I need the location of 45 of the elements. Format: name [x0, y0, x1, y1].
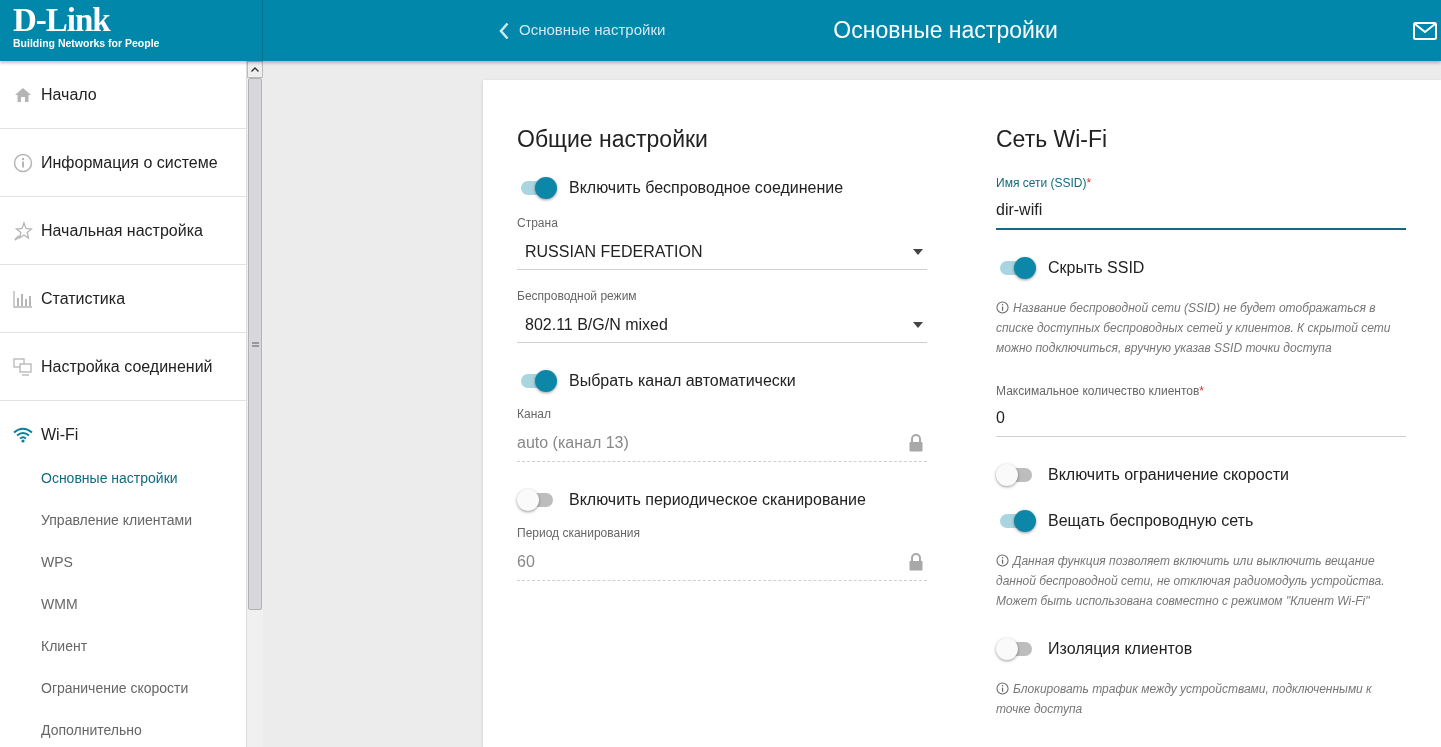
toggle-label: Вещать беспроводную сеть — [1048, 511, 1254, 531]
section-title: Общие настройки — [517, 125, 709, 154]
page-title: Основные настройки — [833, 16, 1058, 46]
text-field[interactable]: Максимальное количество клиентов* 0 — [996, 382, 1406, 437]
info-icon — [13, 152, 33, 173]
chevron-left-icon — [499, 21, 509, 40]
hint-text: Блокировать трафик между устройствами, подключенными к точке доступа — [996, 681, 1373, 718]
info-icon — [996, 554, 1009, 567]
section-title: Сеть Wi-Fi — [996, 125, 1109, 154]
lock-icon — [909, 553, 923, 571]
scrollbar-grip — [251, 341, 259, 347]
sidebar-subitem[interactable]: Ограничение скорости — [0, 667, 246, 709]
info-icon — [996, 682, 1009, 695]
sidebar-subitem[interactable]: Клиент — [0, 625, 246, 667]
bar-chart-icon — [13, 289, 33, 308]
toggle-label: Включить ограничение скорости — [1048, 465, 1289, 485]
star-icon — [13, 220, 33, 241]
sidebar-subitem[interactable]: Дополнительно — [0, 709, 246, 747]
mail-icon — [1413, 21, 1437, 40]
locked-field: Период сканирования 60 — [517, 524, 927, 581]
wifi-icon — [13, 427, 33, 443]
toggle-label: Скрыть SSID — [1048, 258, 1145, 278]
sidebar-subitem[interactable]: WMM — [0, 583, 246, 625]
home-icon — [14, 86, 32, 103]
required-mark: * — [1086, 176, 1092, 190]
select-field[interactable]: Страна RUSSIAN FEDERATION — [517, 212, 927, 270]
toggle-label: Включить беспроводное соединение — [569, 178, 844, 198]
hint-text: Название беспроводной сети (SSID) не будет отображаться в списке доступных беспроводных сетей у клиентов. К скрытой сети можно подключиться, вручную указав SSID точки доступа — [996, 300, 1392, 357]
arrow-up-icon — [251, 67, 259, 72]
toggle-label: Изоляция клиентов — [1048, 639, 1193, 659]
sidebar-subitem[interactable]: WPS — [0, 541, 246, 583]
dropdown-caret-icon — [913, 322, 923, 328]
select-field[interactable]: Беспроводной режим 802.11 B/G/N mixed — [517, 285, 927, 343]
locked-field: Канал auto (канал 13) — [517, 405, 927, 462]
dropdown-caret-icon — [913, 249, 923, 255]
scrollbar[interactable] — [246, 61, 263, 747]
toggle-label: Выбрать канал автоматически — [569, 371, 796, 391]
sidebar-subitem[interactable]: Управление клиентами — [0, 499, 246, 541]
hint-text: Данная функция позволяет включить или выключить вещание данной беспроводной сети, не отключая радиомодуль устройства. Может быть использована совместно с режимом "Клиент Wi-Fi" — [996, 553, 1386, 610]
toggle-label: Включить периодическое сканирование — [569, 490, 866, 510]
monitors-icon — [13, 357, 33, 376]
lock-icon — [909, 434, 923, 452]
info-icon — [996, 301, 1009, 314]
text-field[interactable]: Имя сети (SSID)* dir-wifi — [996, 174, 1406, 230]
required-mark: * — [1199, 384, 1205, 398]
